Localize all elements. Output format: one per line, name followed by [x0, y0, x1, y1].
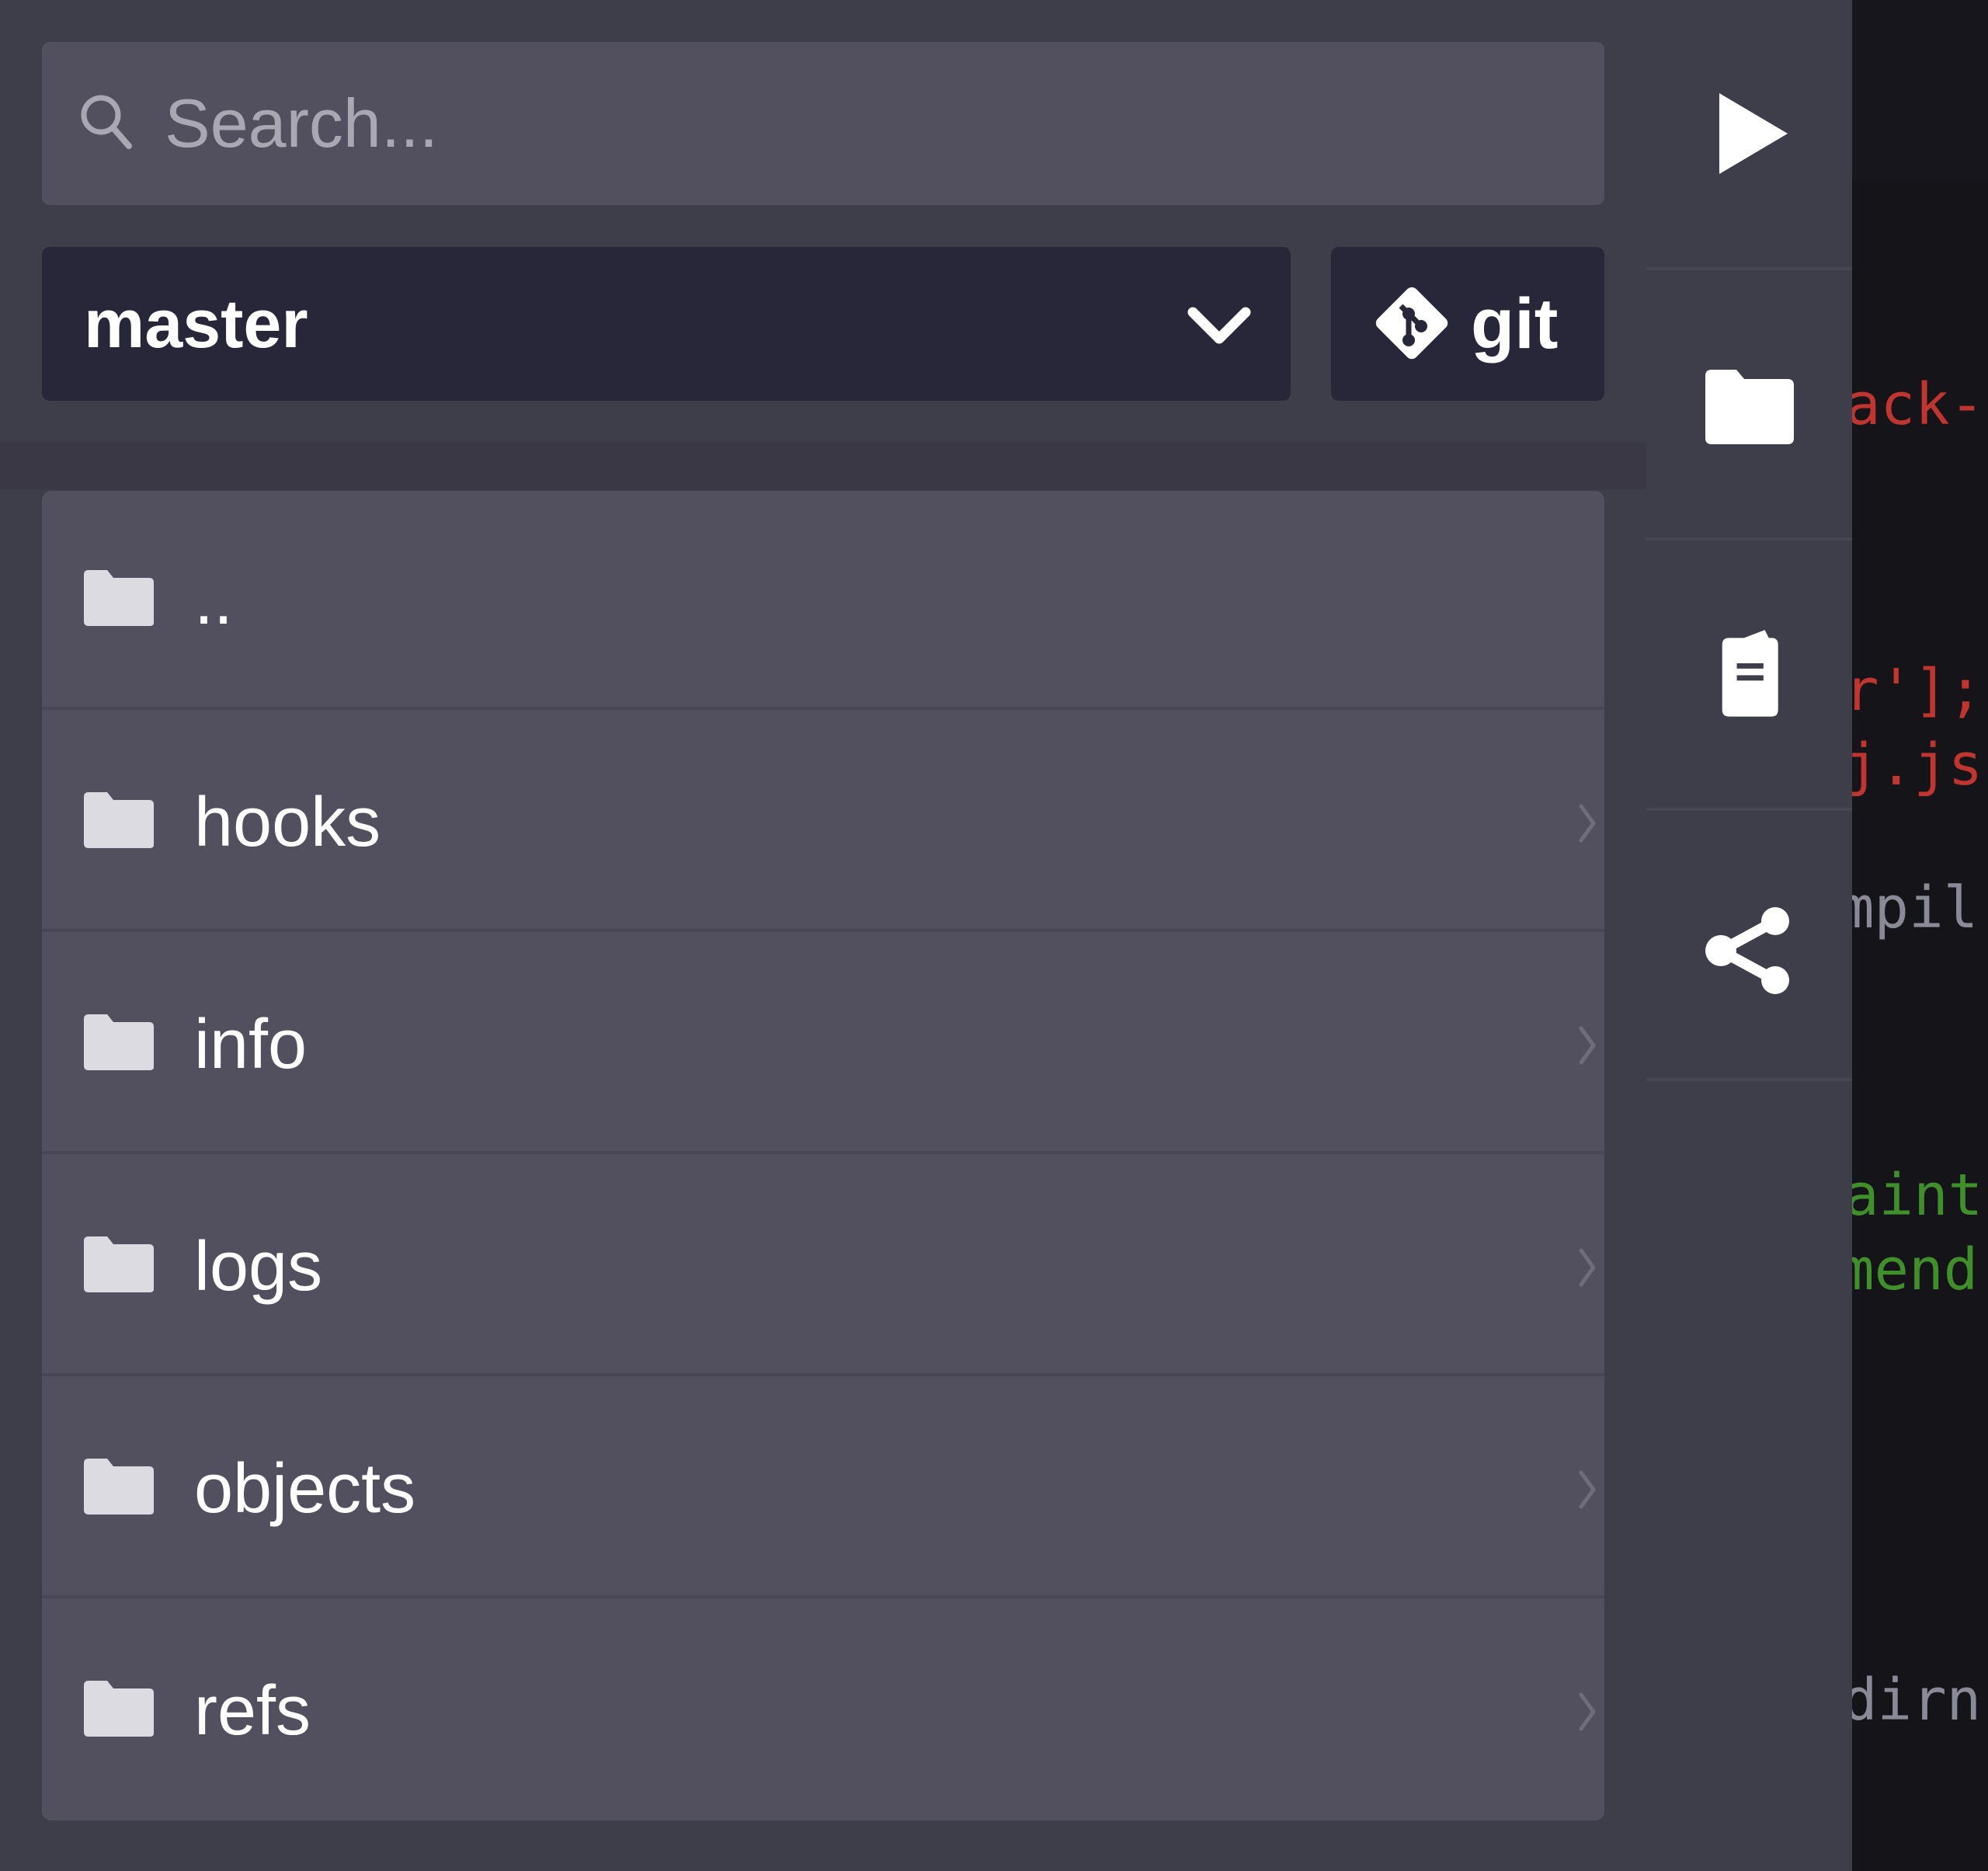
folder-icon	[84, 570, 154, 626]
divider	[0, 443, 1646, 489]
file-row-logs[interactable]: logs	[42, 1157, 1604, 1376]
branch-select[interactable]: master	[42, 247, 1291, 401]
file-row-label: refs	[194, 1672, 311, 1750]
file-row-label: objects	[194, 1450, 416, 1528]
chevron-right-icon	[1579, 1026, 1596, 1065]
folder-icon	[84, 1681, 154, 1737]
code-fragment: j.js	[1852, 732, 1983, 798]
git-button[interactable]: git	[1331, 247, 1604, 401]
file-row-label: info	[194, 1006, 308, 1083]
file-row-info[interactable]: info	[42, 935, 1604, 1154]
app-window: master git ..	[0, 0, 1988, 1871]
share-icon	[1705, 907, 1789, 994]
folder-icon	[84, 792, 154, 848]
chevron-right-icon	[1579, 1248, 1596, 1287]
clipboard-icon	[1722, 630, 1778, 717]
folder-icon	[84, 1014, 154, 1070]
git-logo-icon	[1375, 287, 1448, 360]
file-browser-sidebar: master git ..	[0, 0, 1646, 1871]
folder-icon	[1705, 370, 1794, 444]
chevron-right-icon	[1579, 1692, 1596, 1731]
chevron-right-icon	[1579, 1470, 1596, 1509]
code-fragment: aint	[1852, 1162, 1983, 1229]
code-fragment: mpil	[1852, 875, 1979, 941]
file-row-label: hooks	[194, 784, 381, 861]
code-fragment: mend	[1852, 1236, 1979, 1303]
code-fragment: ack-	[1852, 371, 1985, 438]
clipboard-button[interactable]	[1646, 541, 1852, 811]
share-button[interactable]	[1646, 811, 1852, 1081]
code-fragment: dirn	[1852, 1667, 1982, 1734]
file-row-objects[interactable]: objects	[42, 1379, 1604, 1598]
files-button[interactable]	[1646, 270, 1852, 541]
file-row-parent[interactable]: ..	[42, 491, 1604, 710]
file-row-label: logs	[194, 1228, 323, 1306]
branch-selected-label: master	[84, 285, 308, 362]
side-toolbar	[1646, 0, 1852, 1871]
run-button[interactable]	[1646, 0, 1852, 270]
chevron-right-icon	[1579, 804, 1596, 843]
file-row-label: ..	[194, 562, 234, 639]
editor-tab-bar	[1852, 0, 1988, 180]
file-list: .. hooks info logs objects refs	[42, 491, 1604, 1821]
folder-icon	[84, 1236, 154, 1292]
folder-icon	[84, 1459, 154, 1515]
search-input[interactable]	[165, 42, 1578, 205]
git-button-label: git	[1471, 284, 1559, 363]
search-icon	[81, 95, 132, 149]
play-icon	[1719, 93, 1788, 174]
code-editor[interactable]: ack- r']; j.js mpil aint mend dirn	[1852, 0, 1988, 1871]
code-fragment: r'];	[1852, 657, 1983, 724]
file-row-hooks[interactable]: hooks	[42, 713, 1604, 932]
chevron-down-icon	[1187, 307, 1251, 344]
file-row-refs[interactable]: refs	[42, 1601, 1604, 1821]
